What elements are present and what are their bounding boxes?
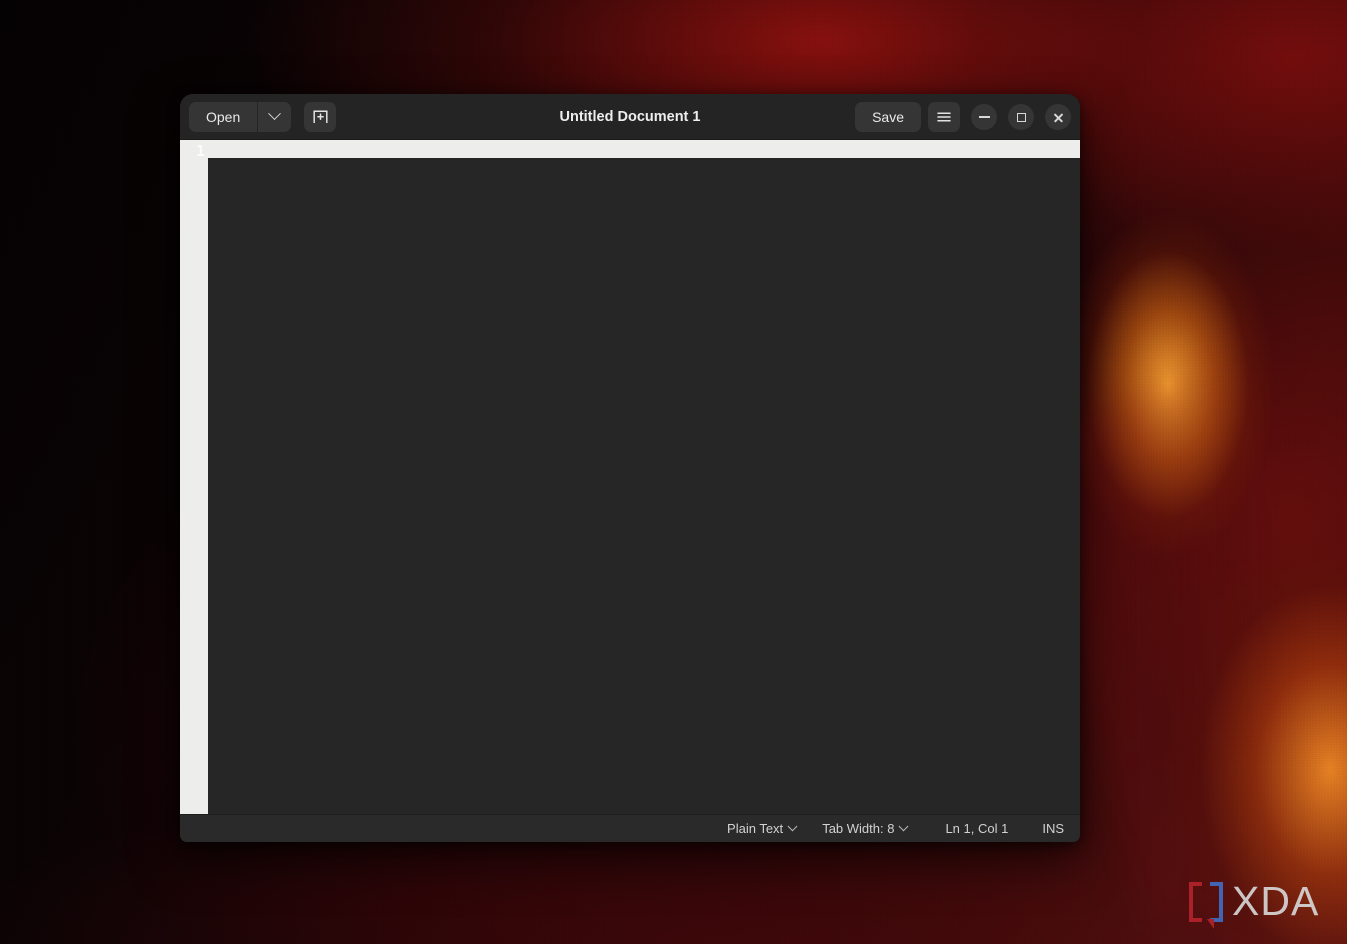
editor-area[interactable]: 1 (180, 140, 1080, 814)
status-bar: Plain Text Tab Width: 8 Ln 1, Col 1 INS (180, 814, 1080, 842)
open-dropdown-button[interactable] (258, 101, 292, 132)
new-document-icon (313, 110, 328, 123)
chevron-down-icon (787, 821, 798, 832)
close-icon (1053, 112, 1064, 123)
text-input-area[interactable] (208, 140, 1080, 814)
maximize-button[interactable] (1008, 104, 1034, 130)
main-menu-button[interactable] (928, 102, 960, 132)
xda-wordmark: XDA (1232, 878, 1320, 924)
xda-bracket-left (1189, 881, 1202, 922)
close-button[interactable] (1045, 104, 1071, 130)
language-label: Plain Text (727, 821, 784, 836)
text-editor-window: Open Untitled Document 1 Save 1 Plain Te… (180, 94, 1080, 842)
open-split-button[interactable]: Open (189, 101, 292, 132)
insert-mode-indicator: INS (1042, 821, 1064, 836)
xda-bracket-icon (1189, 881, 1223, 929)
tab-width-label: Tab Width: 8 (822, 821, 895, 836)
headerbar-left-group: Open (189, 101, 337, 132)
minimize-button[interactable] (971, 104, 997, 130)
xda-watermark: XDA (1189, 878, 1320, 929)
maximize-icon (1016, 112, 1026, 122)
minimize-icon (978, 116, 990, 118)
chevron-down-icon (268, 107, 282, 121)
chevron-down-icon (899, 821, 909, 832)
line-number: 1 (195, 142, 205, 160)
open-button[interactable]: Open (189, 101, 259, 132)
language-selector[interactable]: Plain Text (727, 821, 798, 836)
cursor-position: Ln 1, Col 1 (945, 821, 1009, 836)
line-number-gutter: 1 (180, 140, 208, 814)
xda-bracket-right (1210, 881, 1223, 922)
headerbar-right-group: Save (855, 94, 1071, 140)
new-document-button[interactable] (304, 101, 337, 132)
tab-width-selector[interactable]: Tab Width: 8 (822, 821, 909, 836)
hamburger-menu-icon (937, 112, 951, 122)
document-body[interactable] (208, 158, 1080, 814)
window-headerbar: Open Untitled Document 1 Save (180, 94, 1080, 140)
xda-bracket-tail (1207, 918, 1214, 929)
text-caret (208, 142, 209, 158)
save-button[interactable]: Save (855, 102, 921, 132)
